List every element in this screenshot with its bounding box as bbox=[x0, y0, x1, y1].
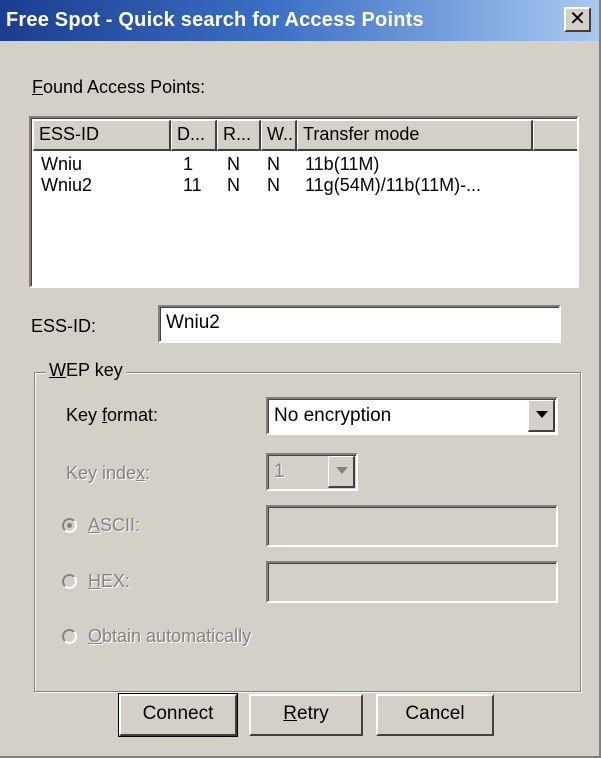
column-header-w[interactable]: W.. bbox=[261, 120, 297, 151]
title-bar[interactable]: Free Spot - Quick search for Access Poin… bbox=[0, 0, 599, 41]
hex-key-input[interactable] bbox=[266, 561, 558, 603]
cell-transfer-mode: 11b(11M) bbox=[305, 154, 380, 174]
cell-transfer-mode: 11g(54M)/11b(11M)-... bbox=[305, 175, 482, 195]
cell-d: 1 bbox=[183, 154, 194, 174]
cell-r: N bbox=[227, 154, 240, 174]
key-index-dropdown-button[interactable] bbox=[328, 456, 355, 488]
access-points-list[interactable]: ESS-ID D... R... W.. Transfer mode Wniu … bbox=[29, 116, 579, 288]
connect-button[interactable]: Connect bbox=[118, 693, 238, 737]
column-header-essid[interactable]: ESS-ID bbox=[33, 120, 171, 151]
cell-w: N bbox=[267, 154, 280, 174]
list-item[interactable]: Wniu 1 N N 11b(11M) bbox=[33, 154, 573, 175]
window-title: Free Spot - Quick search for Access Poin… bbox=[6, 9, 424, 31]
key-index-value: 1 bbox=[274, 461, 285, 482]
column-header-empty bbox=[533, 120, 577, 151]
radio-selected-dot bbox=[67, 523, 72, 528]
hex-label: HEX: bbox=[88, 571, 131, 591]
hex-radio[interactable] bbox=[62, 574, 77, 589]
column-header-transfer-mode[interactable]: Transfer mode bbox=[297, 120, 533, 151]
found-access-points-label: Found Access Points: bbox=[32, 77, 206, 97]
cell-w: N bbox=[267, 175, 280, 195]
close-button[interactable]: ✕ bbox=[564, 7, 591, 32]
key-index-label: Key index: bbox=[66, 463, 151, 483]
wep-key-group-title: WEP key bbox=[46, 360, 126, 381]
essid-input[interactable]: Wniu2 bbox=[158, 305, 561, 343]
dialog-window: Free Spot - Quick search for Access Poin… bbox=[0, 0, 601, 758]
retry-button[interactable]: Retry bbox=[249, 694, 363, 736]
ascii-label: ASCII: bbox=[88, 515, 141, 535]
key-format-select[interactable]: No encryption bbox=[266, 397, 558, 435]
cell-r: N bbox=[227, 175, 240, 195]
ascii-radio[interactable] bbox=[62, 518, 77, 533]
chevron-down-icon bbox=[536, 411, 548, 418]
obtain-automatically-label: Obtain automatically bbox=[88, 626, 252, 646]
close-icon: ✕ bbox=[569, 8, 586, 30]
cell-essid: Wniu2 bbox=[41, 175, 93, 195]
cancel-button[interactable]: Cancel bbox=[376, 694, 494, 736]
cell-d: 11 bbox=[183, 175, 202, 195]
key-format-dropdown-button[interactable] bbox=[528, 400, 555, 432]
column-header-r[interactable]: R... bbox=[217, 120, 261, 151]
key-format-label: Key format: bbox=[66, 405, 159, 425]
list-header: ESS-ID D... R... W.. Transfer mode bbox=[33, 120, 577, 151]
ascii-key-input[interactable] bbox=[266, 505, 558, 547]
chevron-down-icon bbox=[336, 467, 348, 474]
key-format-value: No encryption bbox=[274, 405, 392, 426]
obtain-automatically-radio[interactable] bbox=[62, 629, 77, 644]
cell-essid: Wniu bbox=[41, 154, 83, 174]
list-item[interactable]: Wniu2 11 N N 11g(54M)/11b(11M)-... bbox=[33, 175, 573, 196]
column-header-d[interactable]: D... bbox=[171, 120, 217, 151]
essid-label: ESS-ID: bbox=[31, 316, 97, 336]
key-index-select[interactable]: 1 bbox=[266, 453, 358, 491]
